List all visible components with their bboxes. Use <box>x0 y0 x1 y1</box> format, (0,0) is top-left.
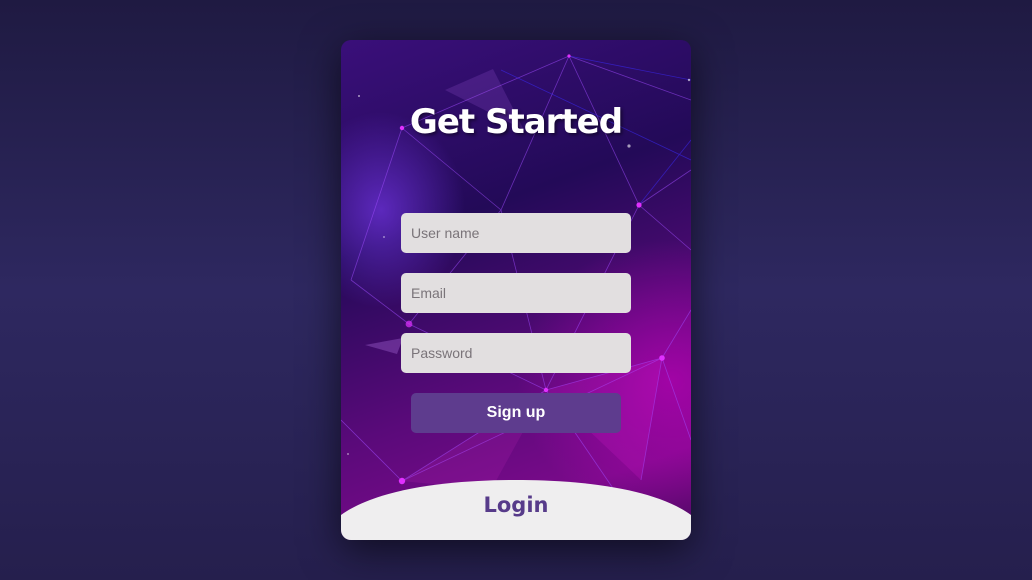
login-panel[interactable]: Login <box>341 480 691 540</box>
username-input[interactable] <box>401 213 631 253</box>
login-link[interactable]: Login <box>341 493 691 517</box>
password-input[interactable] <box>401 333 631 373</box>
page-title: Get Started <box>409 102 623 142</box>
signup-card: Get Started Sign up Login <box>341 40 691 540</box>
signup-button[interactable]: Sign up <box>411 393 621 433</box>
email-input[interactable] <box>401 273 631 313</box>
